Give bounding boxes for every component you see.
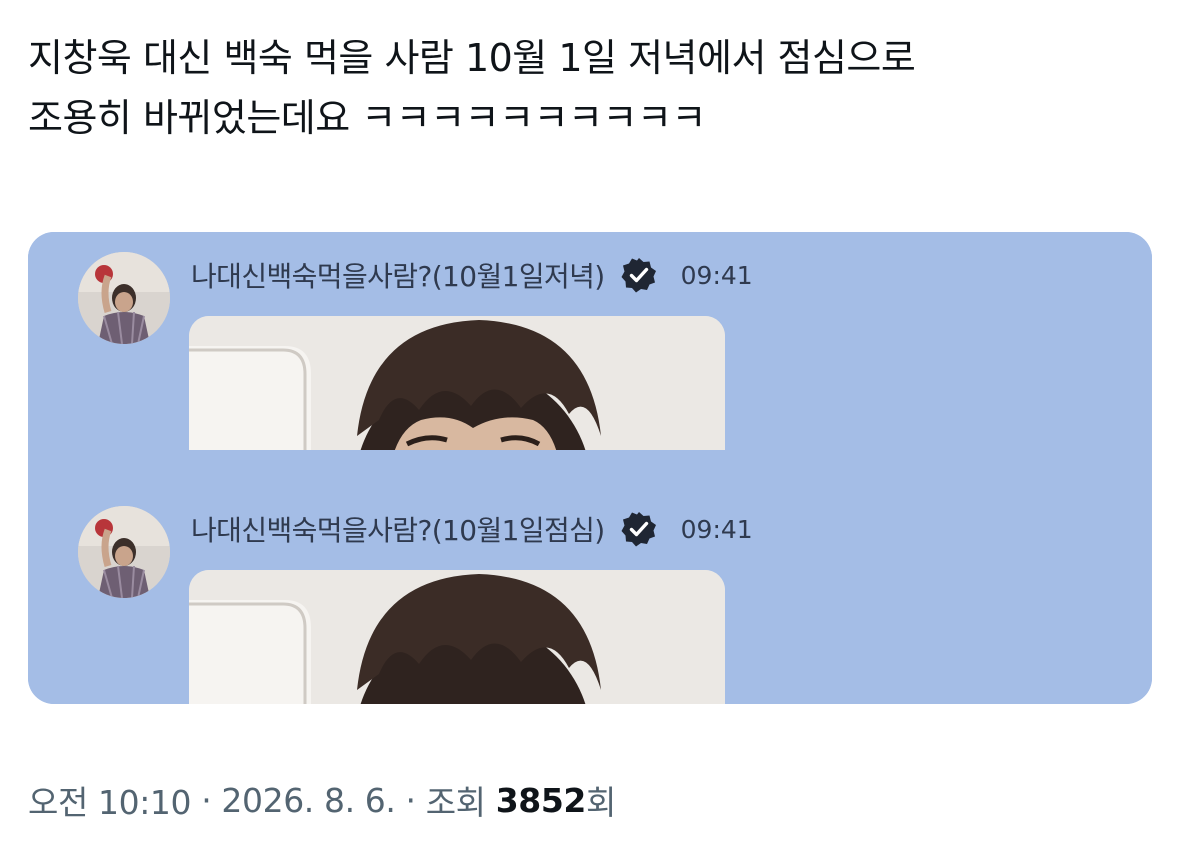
meta-separator: · <box>191 780 222 820</box>
views-count: 3852 <box>495 780 587 820</box>
chat-time: 09:41 <box>680 514 753 544</box>
views-label: 조회 <box>425 783 496 822</box>
tweet-time[interactable]: 오전 10:10 <box>28 776 192 824</box>
chat-sender-name: 나대신백숙먹을사람?(10월1일저녁) <box>191 260 605 293</box>
tweet-text: 지창욱 대신 백숙 먹을 사람 10월 1일 저녁에서 점심으로 조용히 바뀌었… <box>28 36 916 140</box>
chat-sender-name: 나대신백숙먹을사람?(10월1일점심) <box>191 514 605 547</box>
chat-photo <box>189 570 725 704</box>
tweet-meta: 오전 10:10 · 2026. 8. 6. · 조회 3852 회 <box>28 770 616 830</box>
avatar <box>78 252 170 344</box>
views-suffix: 회 <box>585 783 616 822</box>
chat-sender-row: 나대신백숙먹을사람?(10월1일점심) 09:41 <box>191 506 753 552</box>
chat-message-panel: 나대신백숙먹을사람?(10월1일저녁) 09:41 <box>28 232 1152 450</box>
verified-badge-icon <box>619 509 659 549</box>
chat-time: 09:41 <box>680 260 753 290</box>
chat-sender-row: 나대신백숙먹을사람?(10월1일저녁) 09:41 <box>191 252 753 298</box>
tweet-media-image[interactable]: 나대신백숙먹을사람?(10월1일저녁) 09:41 나대신백숙먹을사람?(10월… <box>28 232 1152 704</box>
avatar <box>78 506 170 598</box>
meta-separator: · <box>395 780 426 820</box>
verified-badge-icon <box>619 255 659 295</box>
tweet-date[interactable]: 2026. 8. 6. <box>221 781 395 820</box>
chat-photo <box>189 316 725 450</box>
chat-message-panel: 나대신백숙먹을사람?(10월1일점심) 09:41 <box>28 486 1152 704</box>
